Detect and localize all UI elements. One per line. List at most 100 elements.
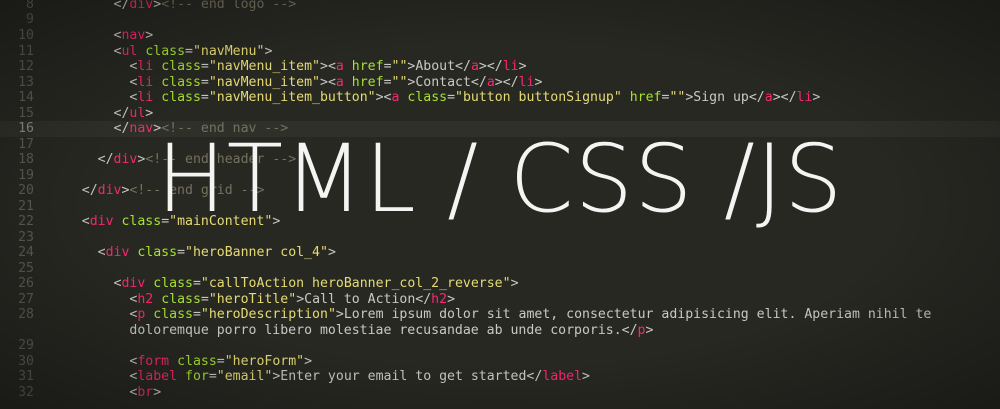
code-line: 12 <li class="navMenu_item"><a href="">A…: [0, 59, 1000, 75]
code-token: <!-- end logo -->: [161, 0, 297, 12]
code-token: =: [200, 292, 209, 307]
code-token: "navMenu_item": [208, 75, 320, 90]
code-token: li: [137, 90, 154, 105]
code-token: <: [50, 307, 138, 322]
code-token: =: [200, 75, 209, 90]
code-token: </: [50, 0, 130, 12]
code-token: >: [304, 354, 313, 369]
code-token: br: [137, 385, 154, 400]
code-text: <li class="navMenu_item_button"><a class…: [50, 90, 820, 106]
code-line: 29: [0, 338, 1000, 354]
code-token: class: [145, 44, 186, 59]
line-number: 30: [18, 354, 34, 369]
code-token: "navMenu_item": [208, 59, 320, 74]
code-token: class: [407, 90, 448, 105]
code-token: h2: [137, 292, 154, 307]
code-text: </div><!-- end logo -->: [50, 0, 297, 13]
line-number: 31: [18, 369, 34, 384]
code-token: "": [391, 75, 408, 90]
code-line: 31 <label for="email">Enter your email t…: [0, 369, 1000, 385]
code-line: 13 <li class="navMenu_item"><a href="">C…: [0, 75, 1000, 91]
code-token: href: [351, 59, 384, 74]
line-number: 32: [18, 385, 34, 400]
code-line: 30 <form class="heroForm">: [0, 354, 1000, 370]
code-token: "heroDescription": [200, 307, 336, 322]
code-token: =: [200, 59, 209, 74]
code-text: <li class="navMenu_item"><a href="">Cont…: [50, 75, 542, 91]
code-token: <: [50, 59, 138, 74]
line-number: 13: [18, 75, 34, 90]
code-token: >: [327, 245, 336, 260]
code-text: <form class="heroForm">: [50, 354, 312, 370]
code-token: >: [534, 75, 543, 90]
code-line: 9: [0, 12, 1000, 28]
code-token: ul: [121, 44, 138, 59]
code-token: >: [812, 90, 821, 105]
code-token: =: [185, 44, 193, 59]
line-number: 9: [26, 12, 34, 27]
code-token: class: [161, 75, 201, 90]
code-token: <: [50, 28, 122, 43]
code-token: >: [510, 276, 519, 291]
code-line: 11 <ul class="navMenu">: [0, 44, 1000, 60]
code-line: 26 <div class="callToAction heroBanner_c…: [0, 276, 1000, 292]
code-token: ul: [129, 106, 146, 121]
code-line: 25: [0, 261, 1000, 277]
code-token: >: [145, 28, 154, 43]
code-line: doloremque porro libero molestiae recusa…: [0, 323, 1000, 339]
code-token: >: [447, 292, 456, 307]
code-token: "navMenu": [192, 44, 265, 59]
code-token: <: [50, 276, 122, 291]
code-token: =: [383, 59, 392, 74]
code-token: doloremque porro libero molestiae recusa…: [50, 323, 638, 338]
code-token: class: [161, 90, 201, 105]
code-token: =: [208, 369, 217, 384]
code-token: <: [50, 75, 138, 90]
code-line: 8 </div><!-- end logo -->: [0, 0, 1000, 13]
code-text: <p class="heroDescription">Lorem ipsum d…: [50, 307, 931, 323]
code-text: <br>: [50, 385, 161, 401]
code-token: ><: [375, 90, 392, 105]
code-token: =: [192, 276, 201, 291]
code-text: <label for="email">Enter your email to g…: [50, 369, 590, 385]
line-number: 28: [18, 307, 34, 322]
code-token: class: [153, 307, 193, 322]
code-token: >: [264, 44, 273, 59]
code-token: "callToAction heroBanner_col_2_reverse": [200, 276, 511, 291]
line-number: 10: [18, 28, 34, 43]
code-token: =: [192, 307, 201, 322]
code-token: <: [50, 90, 138, 105]
code-token: "": [391, 59, 408, 74]
line-number: 27: [18, 292, 34, 307]
code-line: 24 <div class="heroBanner col_4">: [0, 245, 1000, 261]
code-token: div: [121, 276, 146, 291]
code-token: <: [50, 385, 138, 400]
code-token: >: [645, 323, 654, 338]
line-number: 29: [18, 338, 34, 353]
code-token: <: [50, 369, 138, 384]
code-text: <nav>: [50, 28, 154, 44]
code-token: =: [216, 354, 225, 369]
code-token: >Enter your email to get started</: [272, 369, 543, 384]
code-line: 28 <p class="heroDescription">Lorem ipsu…: [0, 307, 1000, 323]
code-token: a: [335, 59, 344, 74]
code-token: >: [153, 385, 162, 400]
code-token: =: [177, 245, 186, 260]
code-token: class: [161, 59, 201, 74]
code-token: ><: [320, 59, 336, 74]
code-token: <: [50, 245, 106, 260]
code-text: <li class="navMenu_item"><a href="">Abou…: [50, 59, 526, 75]
code-token: class: [177, 354, 217, 369]
code-token: "heroTitle": [208, 292, 297, 307]
code-token: >: [145, 106, 154, 121]
code-token: h2: [431, 292, 448, 307]
code-token: >About</: [407, 59, 471, 74]
code-token: "navMenu_item_button": [208, 90, 376, 105]
